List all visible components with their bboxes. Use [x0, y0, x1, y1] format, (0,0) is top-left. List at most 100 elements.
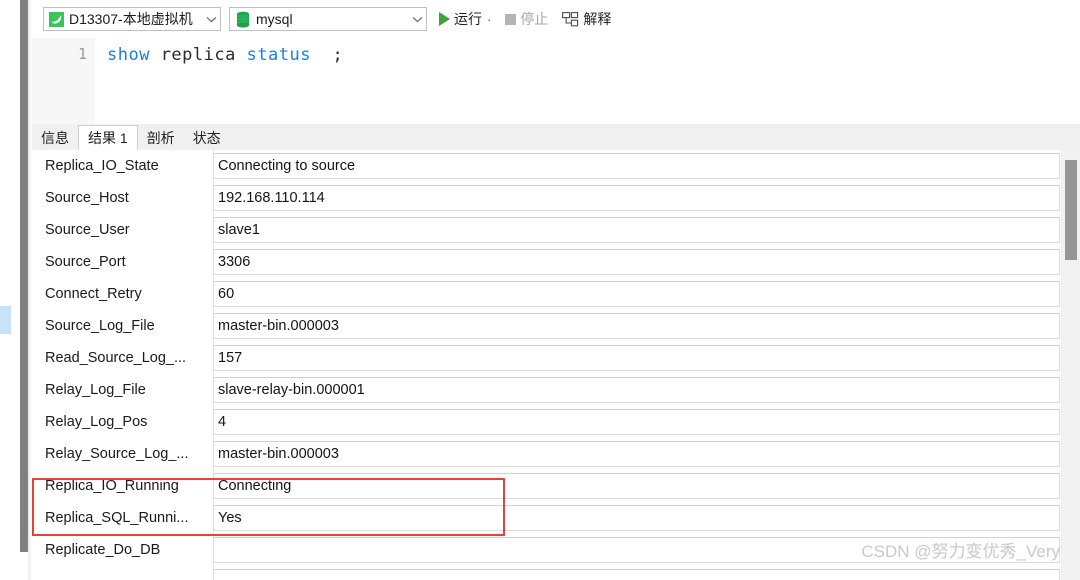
tab-profile[interactable]: 剖析 — [137, 125, 184, 150]
value-input-box[interactable] — [213, 473, 1060, 499]
field-name: Replica_IO_Running — [45, 478, 179, 494]
connection-selector[interactable]: D13307-本地虚拟机 — [43, 7, 221, 31]
tab-label: 信息 — [41, 129, 69, 146]
field-name: Source_Host — [45, 190, 129, 206]
table-row[interactable]: Relay_Log_File slave-relay-bin.000001 — [32, 374, 1062, 406]
field-name: Source_Log_File — [45, 318, 155, 334]
explain-label: 解释 — [583, 11, 612, 27]
run-dropdown-caret-icon[interactable]: · — [487, 12, 491, 27]
field-value: 4 — [218, 414, 227, 430]
value-input-box[interactable] — [213, 409, 1060, 435]
field-name: Replicate_Do_DB — [45, 542, 161, 558]
field-value-cell[interactable]: 192.168.110.114 — [213, 182, 1062, 214]
field-value-cell[interactable]: Yes — [213, 502, 1062, 534]
field-value-cell[interactable]: Connecting — [213, 470, 1062, 502]
tab-status[interactable]: 状态 — [183, 125, 230, 150]
value-input-box[interactable] — [213, 185, 1060, 211]
field-name: Replica_SQL_Runni... — [45, 510, 189, 526]
table-row[interactable]: Source_Log_File master-bin.000003 — [32, 310, 1062, 342]
field-value-cell[interactable]: master-bin.000003 — [213, 438, 1062, 470]
tab-label: 状态 — [192, 129, 221, 146]
connection-label: D13307-本地虚拟机 — [69, 11, 193, 27]
field-value-cell[interactable] — [213, 566, 1062, 580]
sql-token-keyword: show — [107, 45, 150, 65]
field-name: Replica_IO_State — [45, 158, 159, 174]
app-window: D13307-本地虚拟机 mysql 运行 · 停止 解释 1 show rep… — [0, 0, 1080, 580]
chevron-down-icon[interactable] — [202, 8, 220, 30]
tab-result-1[interactable]: 结果 1 — [78, 125, 138, 151]
field-value-cell[interactable]: Connecting to source — [213, 150, 1062, 182]
field-value: master-bin.000003 — [218, 446, 339, 462]
field-name: Source_Port — [45, 254, 126, 270]
value-input-box[interactable] — [213, 441, 1060, 467]
field-value-cell[interactable]: 60 — [213, 278, 1062, 310]
explain-icon — [562, 11, 579, 27]
field-value-cell[interactable]: slave1 — [213, 214, 1062, 246]
value-input-box[interactable] — [213, 217, 1060, 243]
stop-label: 停止 — [520, 11, 549, 27]
database-selector[interactable]: mysql — [229, 7, 427, 31]
editor-gutter: 1 — [32, 38, 95, 124]
table-row[interactable]: Source_Host 192.168.110.114 — [32, 182, 1062, 214]
value-input-box[interactable] — [213, 345, 1060, 371]
table-row[interactable]: Replica_SQL_Runni... Yes — [32, 502, 1062, 534]
field-name — [32, 566, 213, 580]
field-value-cell[interactable] — [213, 534, 1062, 566]
table-row[interactable]: Replica_IO_Running Connecting — [32, 470, 1062, 502]
field-value-cell[interactable]: 157 — [213, 342, 1062, 374]
explain-button[interactable]: 解释 — [560, 6, 613, 32]
value-input-box[interactable] — [213, 313, 1060, 339]
field-name: Source_User — [45, 222, 130, 238]
field-value: slave-relay-bin.000001 — [218, 382, 365, 398]
toolbar: D13307-本地虚拟机 mysql 运行 · 停止 解释 — [32, 0, 1080, 38]
field-value: Connecting — [218, 478, 292, 494]
sql-code-line[interactable]: show replica status ; — [107, 45, 343, 65]
result-tabs: 信息 结果 1 剖析 状态 — [32, 124, 1080, 151]
field-name: Connect_Retry — [45, 286, 142, 302]
table-row[interactable]: Replica_IO_State Connecting to source — [32, 150, 1062, 182]
scrollbar-thumb[interactable] — [1065, 160, 1077, 260]
table-row[interactable]: Replicate_Do_DB — [32, 534, 1062, 566]
table-row[interactable]: Connect_Retry 60 — [32, 278, 1062, 310]
table-row[interactable]: Source_Port 3306 — [32, 246, 1062, 278]
dolphin-icon — [49, 11, 64, 27]
result-form-view: Replica_IO_State Connecting to source So… — [32, 150, 1062, 580]
tab-label: 剖析 — [146, 129, 175, 146]
table-row[interactable]: Relay_Log_Pos 4 — [32, 406, 1062, 438]
table-row[interactable] — [32, 566, 1062, 580]
run-label: 运行 — [454, 11, 482, 27]
left-dark-strip — [20, 0, 28, 552]
line-number: 1 — [77, 45, 87, 63]
field-name: Read_Source_Log_... — [45, 350, 187, 366]
tab-info[interactable]: 信息 — [32, 125, 78, 150]
field-value: master-bin.000003 — [218, 318, 339, 334]
field-value: 192.168.110.114 — [218, 190, 325, 206]
database-label: mysql — [256, 11, 293, 27]
stop-button[interactable]: 停止 — [503, 6, 550, 32]
sql-token-plain: ; — [311, 45, 344, 65]
table-row[interactable]: Source_User slave1 — [32, 214, 1062, 246]
field-value: slave1 — [218, 222, 260, 238]
field-value: 157 — [218, 350, 243, 366]
field-value: 3306 — [218, 254, 251, 270]
sql-editor[interactable]: 1 show replica status ; — [32, 38, 1080, 125]
field-value: Connecting to source — [218, 158, 356, 174]
value-input-box[interactable] — [213, 505, 1060, 531]
value-input-box[interactable] — [213, 569, 1060, 580]
value-input-box[interactable] — [213, 249, 1060, 275]
field-value: 60 — [218, 286, 235, 302]
sql-token-keyword: status — [246, 45, 311, 65]
chevron-down-icon[interactable] — [408, 8, 426, 30]
field-value-cell[interactable]: master-bin.000003 — [213, 310, 1062, 342]
table-row[interactable]: Read_Source_Log_... 157 — [32, 342, 1062, 374]
play-icon — [439, 12, 450, 26]
result-vertical-scrollbar[interactable] — [1061, 150, 1080, 580]
field-value-cell[interactable]: slave-relay-bin.000001 — [213, 374, 1062, 406]
run-button[interactable]: 运行 · — [437, 6, 493, 32]
field-value-cell[interactable]: 4 — [213, 406, 1062, 438]
value-input-box[interactable] — [213, 537, 1060, 563]
table-row[interactable]: Relay_Source_Log_... master-bin.000003 — [32, 438, 1062, 470]
sql-token-plain: replica — [149, 45, 247, 65]
field-value-cell[interactable]: 3306 — [213, 246, 1062, 278]
value-input-box[interactable] — [213, 281, 1060, 307]
